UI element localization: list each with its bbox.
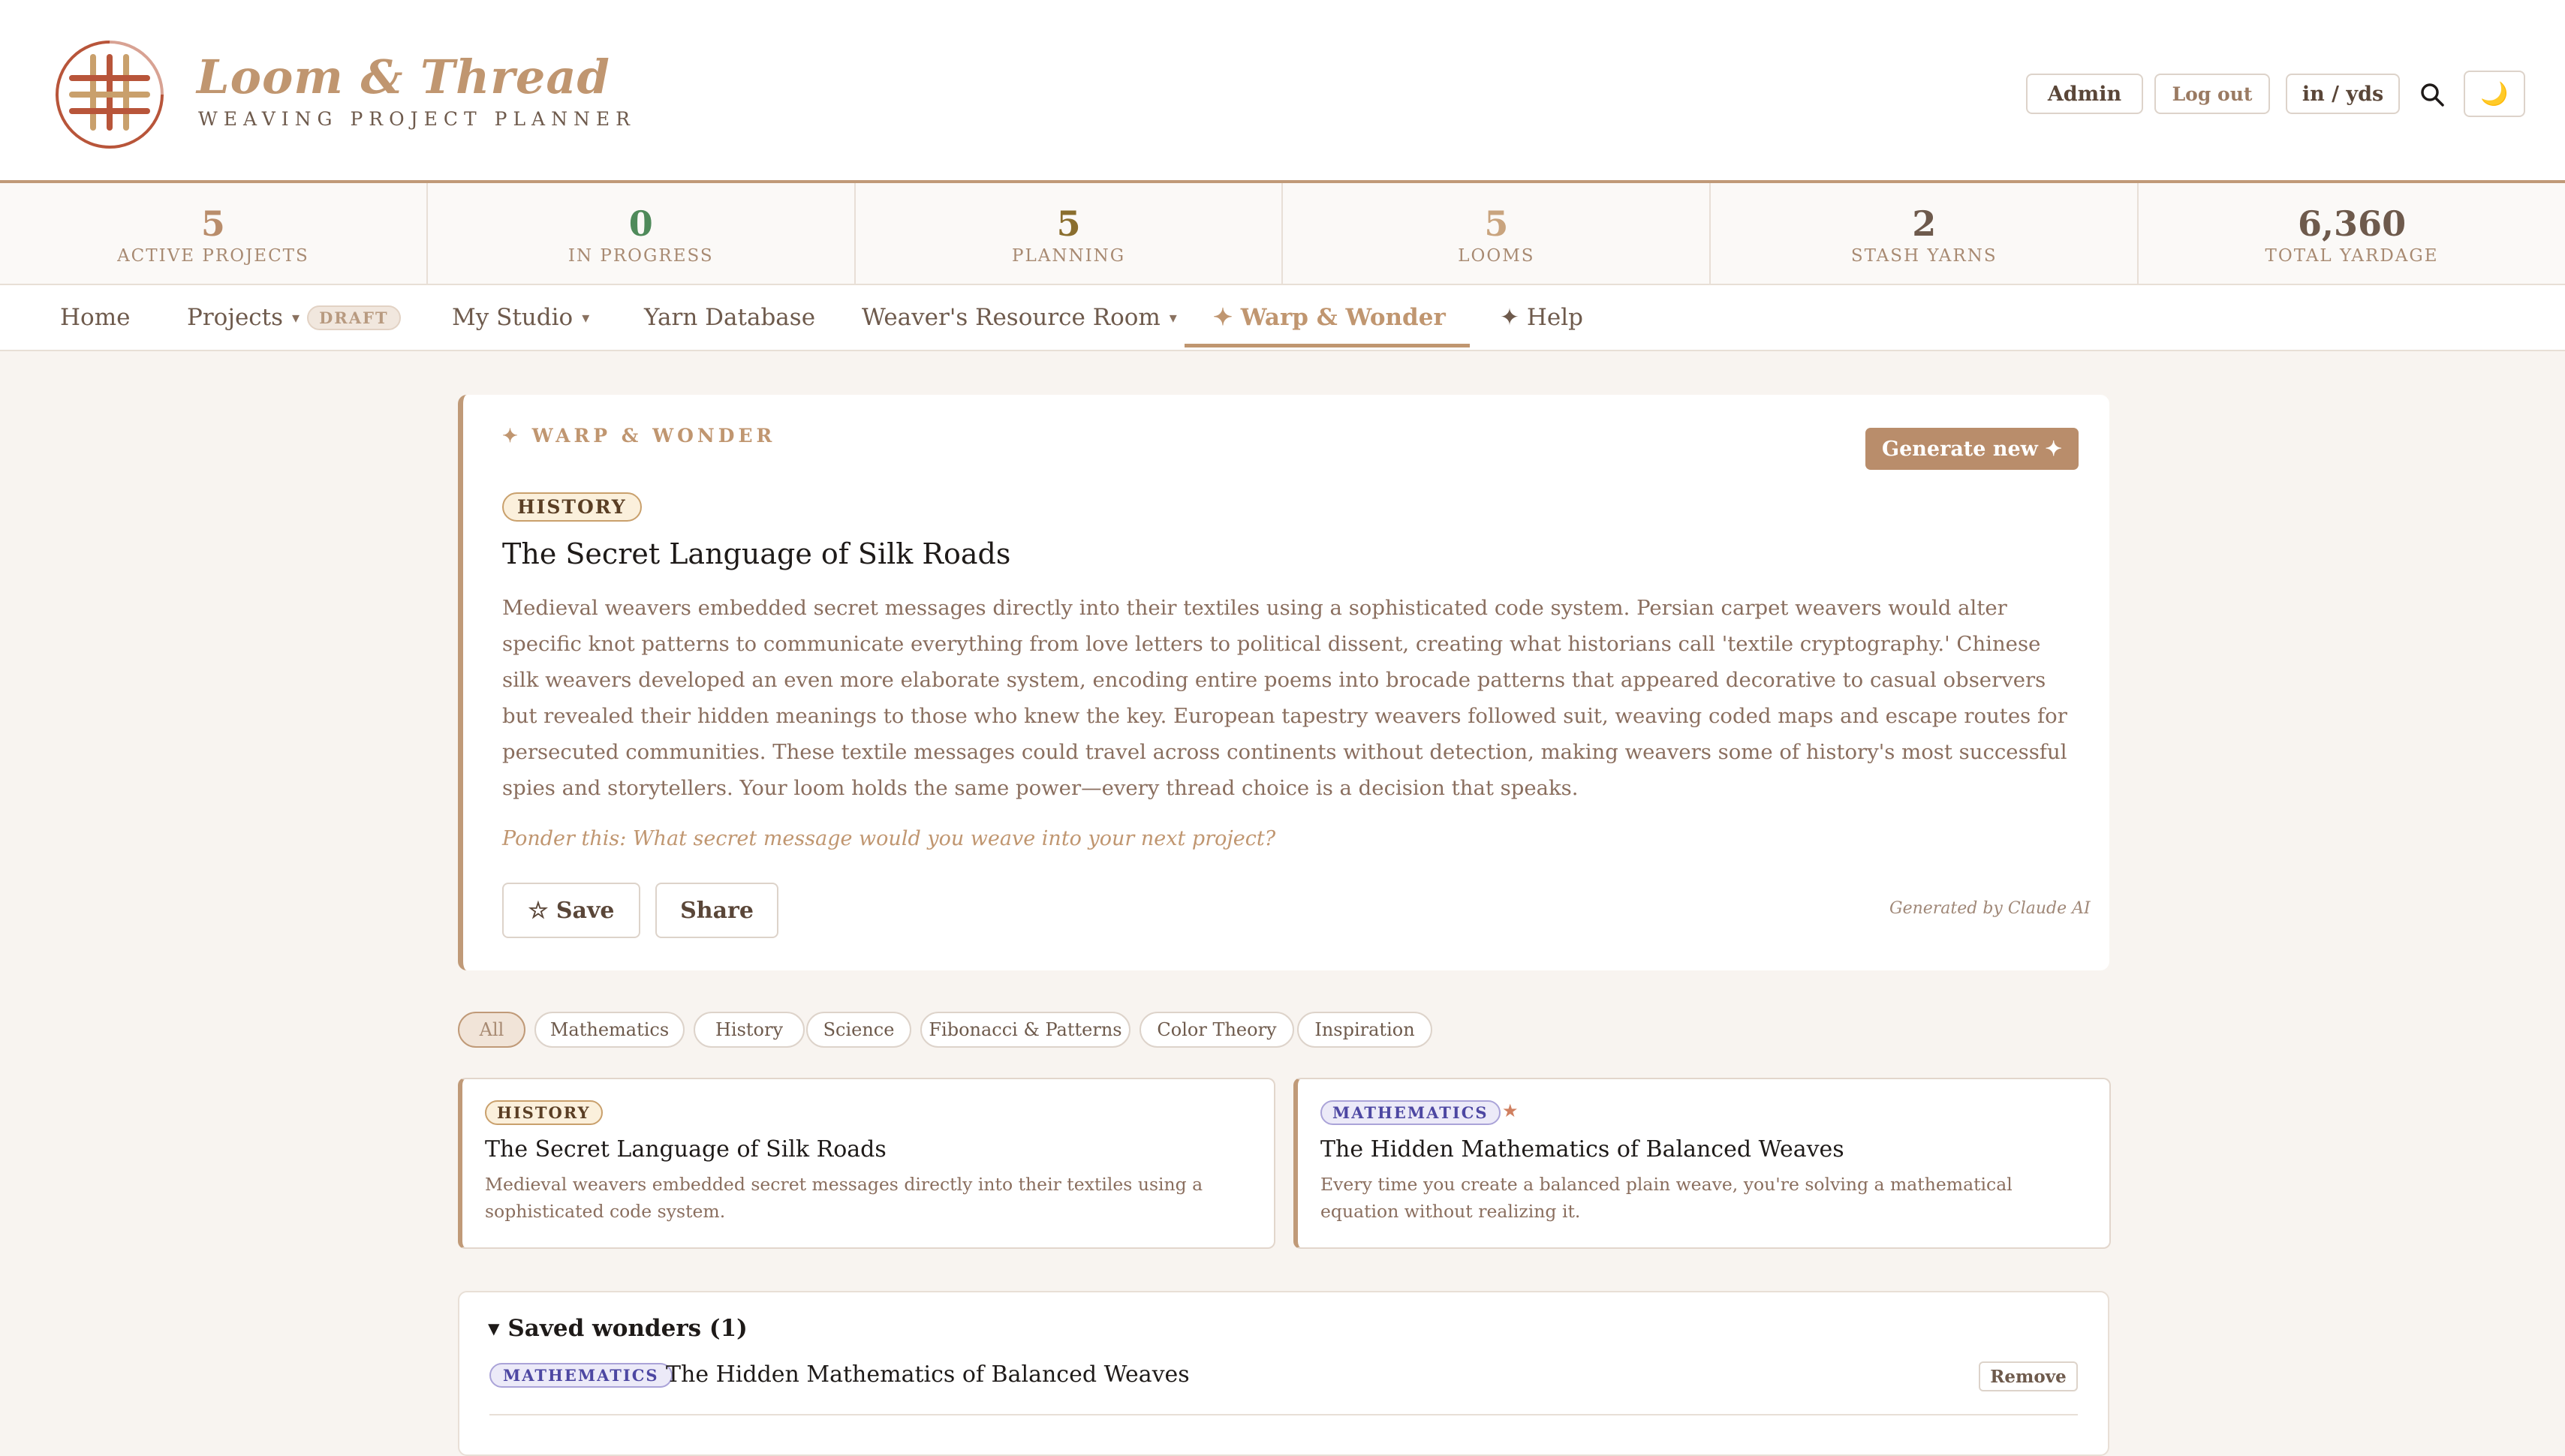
- nav-projects-label: Projects: [187, 304, 284, 331]
- nav-home[interactable]: Home: [60, 285, 130, 350]
- divider: [489, 1414, 2078, 1415]
- card-title: The Secret Language of Silk Roads: [485, 1136, 887, 1163]
- stat-in-progress[interactable]: 0 IN PROGRESS: [428, 183, 856, 284]
- nav-warp-and-wonder[interactable]: ✦ Warp & Wonder: [1213, 285, 1446, 350]
- logout-button[interactable]: Log out: [2154, 74, 2270, 114]
- stat-active-projects[interactable]: 5 ACTIVE PROJECTS: [0, 183, 428, 284]
- section-kicker: ✦ WARP & WONDER: [502, 425, 776, 447]
- generate-new-button[interactable]: Generate new ✦: [1865, 428, 2079, 470]
- chevron-down-icon: ▾: [1169, 308, 1177, 326]
- brand-title[interactable]: Loom & Thread: [197, 50, 610, 104]
- filter-all[interactable]: All: [458, 1012, 525, 1048]
- chevron-down-icon: ▾: [582, 308, 590, 326]
- stat-label: IN PROGRESS: [567, 246, 714, 266]
- nav-resource-label: Weaver's Resource Room: [862, 304, 1161, 331]
- brand-subtitle: WEAVING PROJECT PLANNER: [198, 108, 636, 130]
- wonder-body: Medieval weavers embedded secret message…: [502, 596, 2067, 800]
- generated-by-note: Generated by Claude AI: [1889, 899, 2091, 918]
- star-icon: ★: [1502, 1100, 1519, 1121]
- nav-help[interactable]: ✦ Help: [1500, 285, 1583, 350]
- stat-value: 2: [1912, 203, 1937, 244]
- saved-wonders-toggle[interactable]: ▾ Saved wonders (1): [488, 1315, 748, 1342]
- stat-value: 5: [1056, 203, 1081, 244]
- stat-label: LOOMS: [1458, 246, 1535, 266]
- category-badge: HISTORY: [485, 1100, 603, 1125]
- main-nav: Home Projects ▾ DRAFT My Studio ▾ Yarn D…: [0, 285, 2565, 351]
- saved-wonders-panel: ▾ Saved wonders (1) MATHEMATICS The Hidd…: [458, 1291, 2109, 1456]
- nav-yarn-database[interactable]: Yarn Database: [644, 285, 815, 350]
- share-button[interactable]: Share: [655, 883, 778, 938]
- stat-label: STASH YARNS: [1850, 246, 1998, 266]
- stat-label: PLANNING: [1011, 246, 1126, 266]
- stat-label: ACTIVE PROJECTS: [117, 246, 309, 266]
- wonder-card[interactable]: HISTORY The Secret Language of Silk Road…: [458, 1078, 1275, 1249]
- nav-my-studio[interactable]: My Studio ▾: [452, 285, 589, 350]
- filter-history[interactable]: History: [694, 1012, 805, 1048]
- save-button[interactable]: ☆ Save: [502, 883, 640, 938]
- remove-button[interactable]: Remove: [1979, 1361, 2078, 1391]
- stat-value: 5: [1484, 203, 1509, 244]
- admin-button[interactable]: Admin: [2026, 74, 2143, 114]
- loom-logo-icon[interactable]: [54, 39, 165, 150]
- filter-science[interactable]: Science: [806, 1012, 911, 1048]
- units-toggle-button[interactable]: in / yds: [2286, 74, 2400, 114]
- stat-label: TOTAL YARDAGE: [2265, 246, 2439, 266]
- app-header: Loom & Thread WEAVING PROJECT PLANNER Ad…: [0, 0, 2565, 183]
- nav-resource-room[interactable]: Weaver's Resource Room ▾: [862, 285, 1177, 350]
- moon-icon: 🌙: [2480, 80, 2509, 107]
- nav-studio-label: My Studio: [452, 304, 574, 331]
- category-badge: MATHEMATICS: [489, 1363, 673, 1388]
- chevron-down-icon: ▾: [292, 308, 300, 326]
- card-description: Medieval weavers embedded secret message…: [485, 1174, 1203, 1222]
- category-badge: HISTORY: [502, 492, 642, 522]
- saved-item-title[interactable]: The Hidden Mathematics of Balanced Weave…: [666, 1361, 1190, 1388]
- theme-toggle-button[interactable]: 🌙: [2464, 71, 2525, 117]
- category-badge: MATHEMATICS: [1320, 1100, 1501, 1125]
- stat-value: 5: [200, 203, 225, 244]
- featured-wonder-card: ✦ WARP & WONDER Generate new ✦ HISTORY T…: [458, 395, 2109, 970]
- filter-mathematics[interactable]: Mathematics: [534, 1012, 685, 1048]
- card-description: Every time you create a balanced plain w…: [1320, 1174, 2013, 1222]
- ponder-prompt: Ponder this: What secret message would y…: [502, 827, 1276, 850]
- active-tab-indicator: [1185, 344, 1470, 347]
- stat-planning[interactable]: 5 PLANNING: [856, 183, 1284, 284]
- draft-badge: DRAFT: [307, 305, 401, 330]
- wonder-card[interactable]: MATHEMATICS ★ The Hidden Mathematics of …: [1293, 1078, 2111, 1249]
- card-title: The Hidden Mathematics of Balanced Weave…: [1320, 1136, 1844, 1163]
- stat-total-yardage[interactable]: 6,360 TOTAL YARDAGE: [2139, 183, 2565, 284]
- stat-looms[interactable]: 5 LOOMS: [1283, 183, 1712, 284]
- filter-inspiration[interactable]: Inspiration: [1297, 1012, 1432, 1048]
- filter-fibonacci-patterns[interactable]: Fibonacci & Patterns: [920, 1012, 1130, 1048]
- stat-value: 6,360: [2298, 203, 2407, 244]
- search-icon[interactable]: [2419, 81, 2446, 108]
- stat-stash-yarns[interactable]: 2 STASH YARNS: [1711, 183, 2139, 284]
- stats-bar: 5 ACTIVE PROJECTS 0 IN PROGRESS 5 PLANNI…: [0, 183, 2565, 285]
- filter-color-theory[interactable]: Color Theory: [1139, 1012, 1294, 1048]
- nav-projects[interactable]: Projects ▾ DRAFT: [187, 285, 401, 350]
- stat-value: 0: [628, 203, 653, 244]
- wonder-title: The Secret Language of Silk Roads: [502, 537, 1011, 570]
